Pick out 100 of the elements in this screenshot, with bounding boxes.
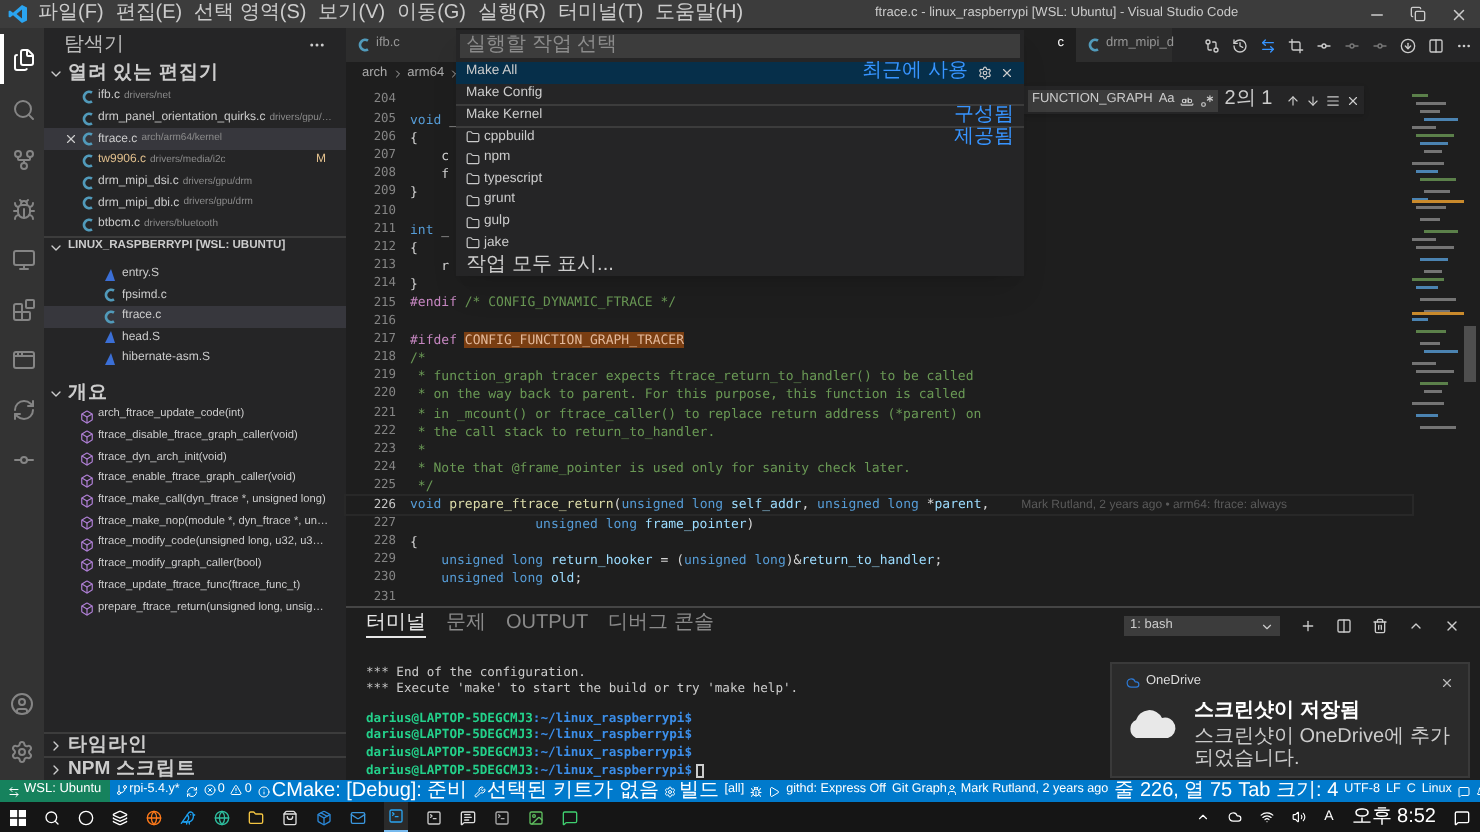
person-icon[interactable] [946, 784, 959, 797]
notification-body: 스크린샷이 OneDrive에 추가되었습니다. [1194, 726, 1452, 770]
whole-word-icon[interactable] [1180, 93, 1195, 107]
status-item[interactable]: CMake: [Debug]: 준비 [271, 781, 468, 801]
panel-tab[interactable]: 터미널 [366, 614, 426, 638]
swap-icon[interactable] [1260, 37, 1276, 53]
branch-icon [12, 147, 36, 171]
globe-icon[interactable] [146, 809, 162, 825]
cloud-icon [1126, 676, 1140, 690]
close-icon[interactable] [1450, 5, 1468, 23]
section-title[interactable]: 타임라인 [68, 735, 148, 755]
status-item[interactable]: 선택된 키트가 없음 [487, 781, 659, 801]
folder-icon [466, 215, 480, 230]
menu-item[interactable]: 도움말(H) [653, 4, 746, 24]
close-icon[interactable] [1346, 93, 1360, 107]
mail-icon[interactable] [350, 809, 366, 825]
cloud-icon[interactable] [1228, 810, 1243, 824]
method-icon [80, 558, 94, 573]
selection-icon[interactable] [1326, 93, 1340, 107]
task-view-icon[interactable] [112, 809, 128, 825]
crop-icon[interactable] [1288, 37, 1304, 53]
method-icon [80, 409, 94, 424]
settings-icon[interactable] [978, 65, 992, 80]
match-count: 2의 1 [1224, 90, 1273, 110]
account-icon[interactable] [10, 692, 34, 716]
commit-icon[interactable] [1316, 37, 1332, 53]
terminal-icon[interactable] [494, 809, 510, 825]
circle-icon[interactable] [78, 809, 94, 825]
chat-icon[interactable] [460, 809, 476, 825]
restore-icon[interactable] [1410, 6, 1426, 22]
clock[interactable]: 오후 8:52 [1351, 807, 1436, 827]
menu-item[interactable]: 보기(V) [316, 4, 388, 24]
split-icon[interactable] [1336, 618, 1352, 634]
tools-icon[interactable] [473, 785, 486, 797]
method-icon [80, 452, 94, 466]
method-icon [80, 601, 94, 616]
history-icon[interactable] [1232, 37, 1248, 53]
quick-pick-item[interactable]: 작업 모두 표시... [456, 254, 1024, 276]
feedback-icon[interactable] [1457, 785, 1470, 797]
compare-icon[interactable] [1204, 37, 1220, 53]
menu-item[interactable]: 터미널(T) [555, 4, 646, 24]
menu-item[interactable]: 선택 영역(S) [192, 4, 309, 24]
method-icon [80, 580, 94, 595]
bug-icon[interactable] [750, 785, 763, 797]
branch-icon[interactable] [115, 784, 128, 797]
warning-icon[interactable] [230, 784, 243, 797]
chevron-icon [391, 68, 404, 80]
chevron-up-icon[interactable] [1196, 810, 1211, 824]
trash-icon[interactable] [1372, 618, 1388, 634]
menu-item[interactable]: 이동(G) [395, 4, 469, 24]
split-editor-icon[interactable] [1428, 37, 1444, 53]
close-icon[interactable] [1444, 618, 1460, 634]
close-icon[interactable] [1440, 676, 1454, 690]
close-icon[interactable] [1000, 65, 1014, 80]
sync-icon[interactable] [185, 785, 198, 797]
globe-icon[interactable] [214, 809, 230, 825]
asm-file-icon [104, 267, 116, 282]
menu-item[interactable]: 실행(R) [476, 4, 548, 24]
status-item[interactable]: Tab 크기: 4 [1238, 781, 1339, 801]
panel-tab[interactable]: OUTPUT [506, 614, 589, 638]
folder-icon[interactable] [248, 809, 264, 825]
chevron-up-icon[interactable] [1408, 618, 1424, 634]
message-icon[interactable] [562, 809, 578, 825]
error-icon[interactable] [203, 784, 216, 797]
menu-item[interactable]: 파일(F) [36, 4, 106, 24]
volume-icon[interactable] [1292, 810, 1307, 824]
close-icon[interactable] [64, 132, 78, 147]
panel-tab[interactable]: 디버그 콘솔 [608, 614, 714, 638]
section-title[interactable]: 개요 [68, 384, 108, 404]
taskbar-code-app[interactable] [384, 802, 408, 832]
package-icon[interactable] [316, 809, 332, 825]
method-icon [80, 537, 94, 552]
scrollbar-thumb[interactable] [1464, 326, 1476, 382]
image-icon[interactable] [528, 809, 544, 825]
blocks-icon [12, 297, 36, 321]
c-file-icon [1088, 38, 1100, 52]
status-item[interactable]: 줄 226, 열 75 [1114, 781, 1233, 801]
info-icon[interactable] [257, 785, 270, 797]
regex-icon[interactable] [1200, 93, 1215, 107]
plus-icon[interactable] [1300, 618, 1316, 634]
gear-icon[interactable] [664, 785, 677, 797]
notification-center-icon[interactable] [1454, 809, 1470, 825]
section-title[interactable]: 열려 있는 편집기 [68, 64, 219, 84]
method-icon [80, 494, 94, 509]
play-icon[interactable] [768, 785, 781, 797]
notification-title: 스크린샷이 저장됨 [1194, 702, 1362, 722]
search-icon[interactable] [44, 809, 60, 825]
arrow-down-icon[interactable] [1306, 93, 1320, 107]
bag-icon[interactable] [282, 809, 298, 825]
chevron-icon [1260, 619, 1274, 633]
terminal-icon[interactable] [426, 809, 442, 825]
wifi-icon[interactable] [1260, 810, 1275, 824]
bird-icon[interactable] [180, 809, 196, 825]
windows-logo-icon[interactable] [10, 809, 26, 825]
menu-item[interactable]: 편집(E) [113, 4, 185, 24]
status-item[interactable]: 빌드 [678, 781, 719, 801]
section-title[interactable]: NPM 스크립트 [68, 759, 196, 779]
arrow-up-icon[interactable] [1286, 93, 1300, 107]
panel-tab[interactable]: 문제 [446, 614, 486, 638]
quick-pick-input[interactable]: 실행할 작업 선택 [460, 34, 1020, 58]
